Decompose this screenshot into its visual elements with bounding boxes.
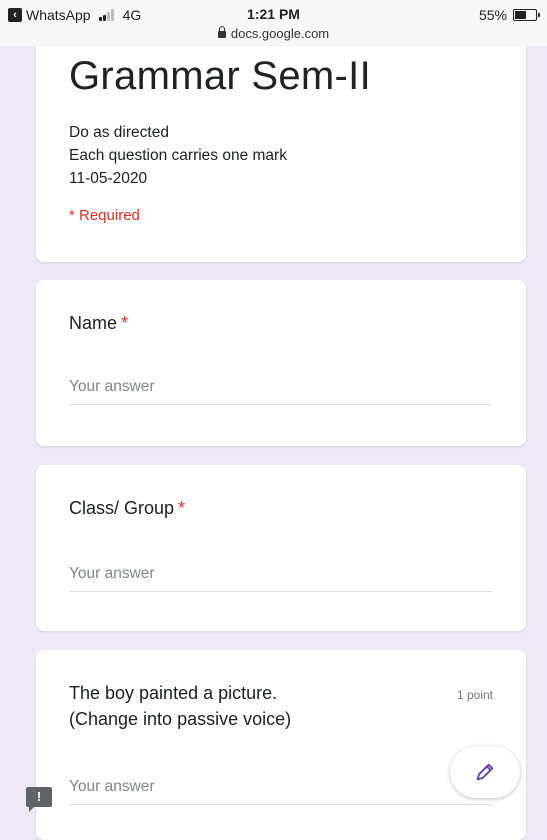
- description-line: Each question carries one mark: [69, 147, 287, 164]
- question-label: Class/ Group: [69, 498, 175, 518]
- question-line: The boy painted a picture.: [69, 683, 278, 703]
- question-card-name: Name *: [36, 280, 526, 446]
- lock-icon: [217, 26, 226, 38]
- points-label: 1 point: [456, 688, 493, 702]
- url-bar[interactable]: docs.google.com: [0, 26, 547, 41]
- required-note: * Required: [69, 207, 140, 224]
- required-star: *: [121, 313, 129, 333]
- form-header-card: Grammar Sem-II Do as directed Each quest…: [36, 46, 526, 262]
- status-time: 1:21 PM: [247, 6, 300, 22]
- battery-fill: [515, 11, 526, 19]
- report-problem-icon[interactable]: !: [26, 787, 52, 812]
- passive-voice-input[interactable]: [69, 778, 492, 805]
- description-line: 11-05-2020: [69, 170, 148, 187]
- question-card-passive-voice: The boy painted a picture. (Change into …: [36, 650, 526, 840]
- class-group-input[interactable]: [69, 565, 492, 592]
- form-title: Grammar Sem-II: [69, 54, 371, 98]
- edit-fab-button[interactable]: [450, 746, 520, 798]
- battery-percent: 55%: [478, 7, 507, 23]
- url-text: docs.google.com: [230, 26, 330, 41]
- status-bar: ‹ WhatsApp 4G 1:21 PM docs.google.com 55…: [0, 0, 547, 46]
- description-line: Do as directed: [69, 124, 169, 141]
- question-title: The boy painted a picture. (Change into …: [69, 680, 291, 732]
- question-title: Name *: [69, 310, 128, 336]
- pencil-icon: [476, 763, 494, 781]
- name-input[interactable]: [69, 378, 492, 405]
- battery-status: 55%: [478, 7, 540, 23]
- question-card-class: Class/ Group *: [36, 465, 526, 631]
- battery-icon: [513, 9, 540, 21]
- question-line: (Change into passive voice): [69, 709, 292, 729]
- question-label: Name: [69, 313, 118, 333]
- required-star: *: [178, 498, 186, 518]
- form-description: Do as directed Each question carries one…: [69, 121, 287, 190]
- question-title: Class/ Group *: [69, 495, 185, 521]
